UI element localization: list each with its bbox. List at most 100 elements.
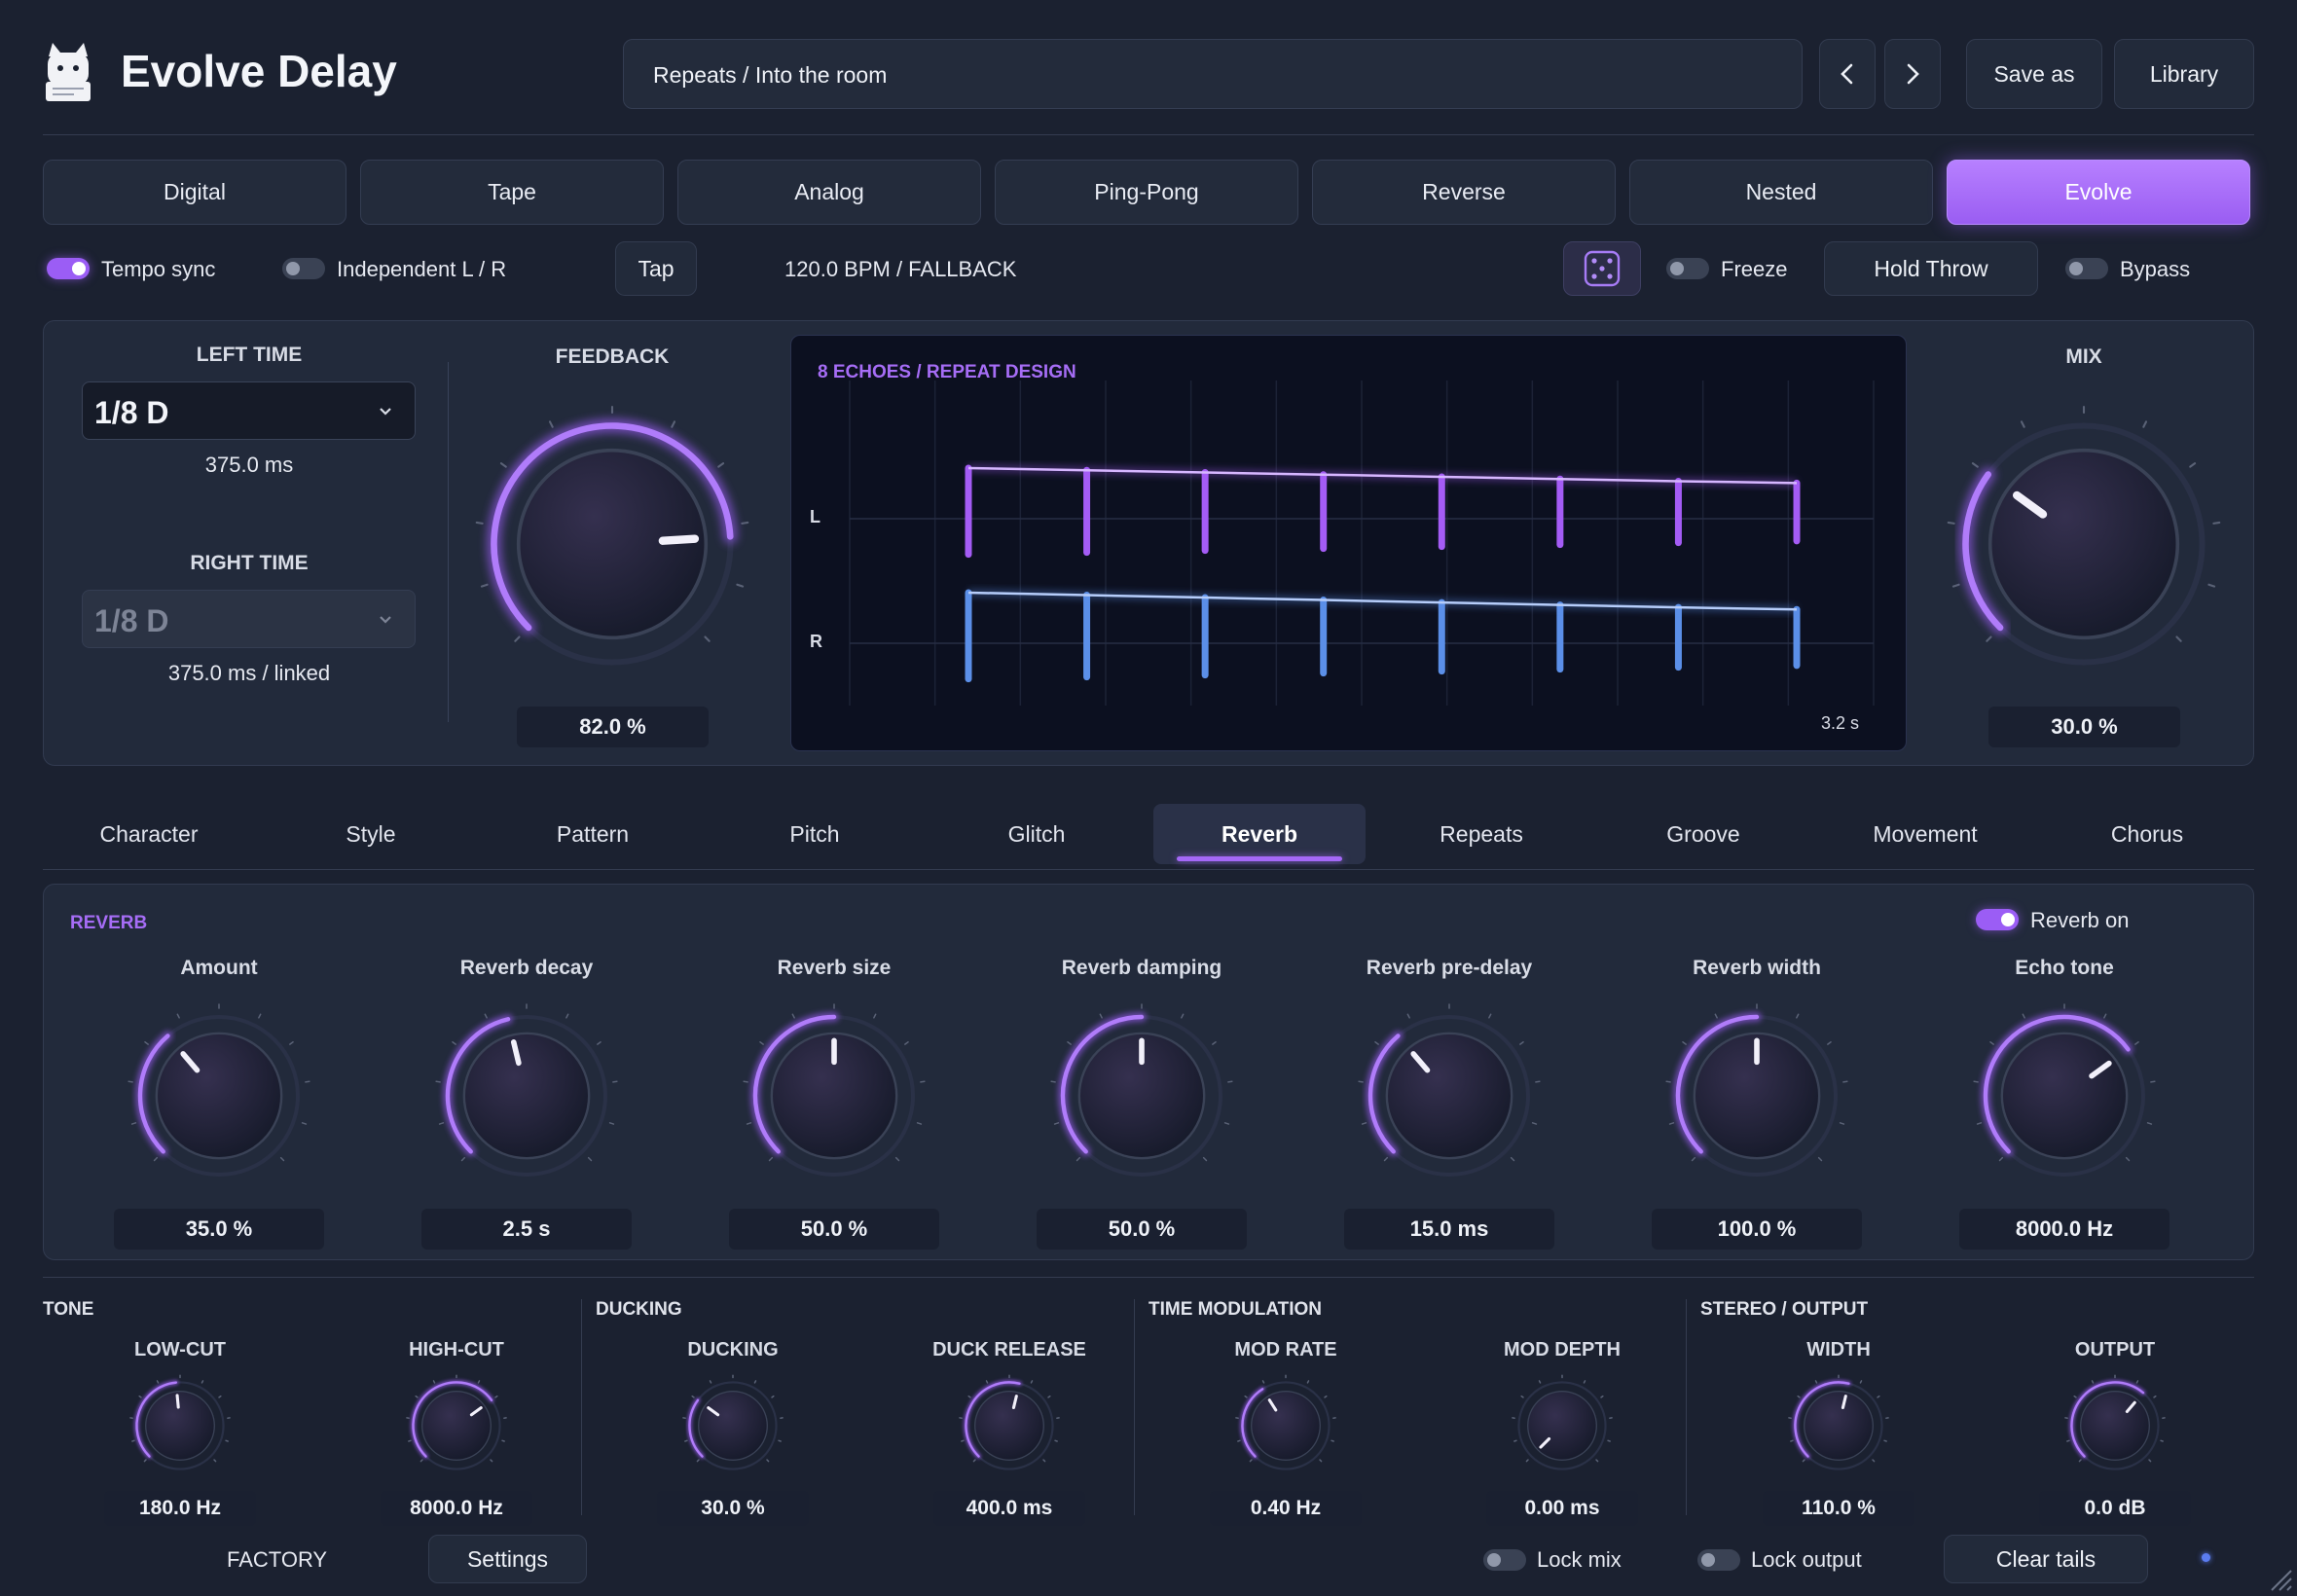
tempo-sync-toggle[interactable]	[47, 258, 90, 279]
right-time-select[interactable]: 1/8 D	[82, 590, 416, 648]
hold-throw-button[interactable]: Hold Throw	[1824, 241, 2038, 296]
tabs-divider	[43, 869, 2254, 870]
high-cut-knob[interactable]	[403, 1372, 510, 1479]
tab-chorus[interactable]: Chorus	[2101, 804, 2193, 864]
right-time-value: 1/8 D	[94, 603, 169, 638]
section-divider	[581, 1299, 582, 1515]
library-button[interactable]: Library	[2114, 39, 2254, 109]
ducking-label: DUCKING	[687, 1339, 779, 1360]
tab-reverb[interactable]: Reverb	[1212, 804, 1307, 864]
reverb-decay-label: Reverb decay	[459, 957, 594, 979]
freeze-toggle[interactable]	[1666, 258, 1709, 279]
clear-tails-button[interactable]: Clear tails	[1944, 1535, 2148, 1583]
mode-tape-button[interactable]: Tape	[360, 160, 664, 225]
output-label: OUTPUT	[2074, 1339, 2156, 1360]
mix-label: MIX	[2065, 345, 2102, 368]
echo-tone-knob[interactable]	[1967, 998, 2162, 1193]
bpm-readout: 120.0 BPM / FALLBACK	[784, 257, 1017, 281]
mod-depth-value: 0.00 ms	[1486, 1491, 1638, 1526]
tab-style[interactable]: Style	[336, 804, 405, 864]
tab-pattern[interactable]: Pattern	[547, 804, 638, 864]
tab-movement[interactable]: Movement	[1863, 804, 1987, 864]
reverb-size-knob[interactable]	[737, 998, 931, 1193]
mode-reverse-button[interactable]: Reverse	[1312, 160, 1616, 225]
feedback-value: 82.0 %	[517, 707, 709, 747]
low-cut-knob[interactable]	[127, 1372, 234, 1479]
high-cut-value: 8000.0 Hz	[381, 1491, 532, 1526]
settings-button[interactable]: Settings	[428, 1535, 587, 1583]
echo-display: 8 ECHOES / REPEAT DESIGN L R 3.2 s	[790, 335, 1907, 751]
mod-depth-knob[interactable]	[1509, 1372, 1616, 1479]
width-knob[interactable]	[1785, 1372, 1892, 1479]
mode-ping-pong-button[interactable]: Ping-Pong	[995, 160, 1298, 225]
right-time-label: RIGHT TIME	[190, 552, 309, 574]
preset-name-field[interactable]: Repeats / Into the room	[623, 39, 1803, 109]
width-value: 110.0 %	[1763, 1491, 1914, 1526]
mode-analog-button[interactable]: Analog	[677, 160, 981, 225]
lock-mix-toggle[interactable]	[1483, 1549, 1526, 1571]
low-cut-value: 180.0 Hz	[104, 1491, 256, 1526]
output-knob[interactable]	[2061, 1372, 2169, 1479]
dice-icon	[1584, 250, 1621, 287]
chevron-down-icon	[380, 408, 391, 416]
save-as-button[interactable]: Save as	[1966, 39, 2102, 109]
next-preset-button[interactable]	[1884, 39, 1941, 109]
mix-knob[interactable]	[1938, 398, 2230, 690]
duck-release-label: DUCK RELEASE	[932, 1339, 1086, 1360]
reverb-on-toggle[interactable]	[1976, 909, 2019, 930]
reverb-width-knob[interactable]	[1659, 998, 1854, 1193]
left-time-select[interactable]: 1/8 D	[82, 381, 416, 440]
app-title: Evolve Delay	[121, 46, 397, 96]
reverb-decay-value: 2.5 s	[421, 1209, 632, 1250]
tempo-sync-label: Tempo sync	[101, 257, 216, 281]
left-time-value: 1/8 D	[94, 395, 169, 430]
high-cut-label: HIGH-CUT	[409, 1339, 504, 1360]
tab-glitch[interactable]: Glitch	[999, 804, 1076, 864]
reverb-decay-knob[interactable]	[429, 998, 624, 1193]
low-cut-label: LOW-CUT	[133, 1339, 227, 1360]
panel-divider	[448, 362, 449, 722]
duck-release-knob[interactable]	[956, 1372, 1063, 1479]
tab-groove[interactable]: Groove	[1657, 804, 1749, 864]
output-value: 0.0 dB	[2039, 1491, 2191, 1526]
app-logo	[43, 39, 93, 103]
chevron-down-icon	[380, 616, 391, 624]
ducking-knob[interactable]	[679, 1372, 786, 1479]
amount-knob[interactable]	[122, 998, 316, 1193]
width-label: WIDTH	[1806, 1339, 1871, 1360]
mode-nested-button[interactable]: Nested	[1629, 160, 1933, 225]
mix-value: 30.0 %	[1988, 707, 2180, 747]
reverb-damping-value: 50.0 %	[1037, 1209, 1247, 1250]
mode-digital-button[interactable]: Digital	[43, 160, 346, 225]
lock-output-label: Lock output	[1751, 1547, 1862, 1572]
reverb-bottom-divider	[43, 1277, 2254, 1278]
left-time-label: LEFT TIME	[196, 344, 303, 366]
section-divider	[1134, 1299, 1135, 1515]
mode-evolve-button[interactable]: Evolve	[1947, 160, 2250, 225]
reverb-damping-label: Reverb damping	[1061, 957, 1222, 979]
stereo-output-section-label: STEREO / OUTPUT	[1700, 1299, 1869, 1320]
reverb-damping-knob[interactable]	[1044, 998, 1239, 1193]
lock-output-toggle[interactable]	[1697, 1549, 1740, 1571]
reverb-pre-delay-knob[interactable]	[1352, 998, 1547, 1193]
independent-lr-toggle[interactable]	[282, 258, 325, 279]
time-modulation-section-label: TIME MODULATION	[1148, 1299, 1323, 1320]
tab-active-indicator	[1177, 856, 1342, 861]
mod-rate-knob[interactable]	[1232, 1372, 1339, 1479]
amount-label: Amount	[180, 957, 258, 979]
chevron-left-icon	[1841, 63, 1853, 85]
resize-handle[interactable]	[2266, 1565, 2293, 1592]
prev-preset-button[interactable]	[1819, 39, 1876, 109]
reverb-width-label: Reverb width	[1693, 957, 1821, 979]
randomize-button[interactable]	[1563, 241, 1641, 296]
tab-repeats[interactable]: Repeats	[1430, 804, 1533, 864]
tab-pitch[interactable]: Pitch	[780, 804, 849, 864]
tap-tempo-button[interactable]: Tap	[615, 241, 697, 296]
ducking-value: 30.0 %	[657, 1491, 809, 1526]
tab-character[interactable]: Character	[91, 804, 208, 864]
status-dot	[2202, 1553, 2210, 1562]
feedback-knob[interactable]	[466, 398, 758, 690]
left-time-ms: 375.0 ms	[204, 453, 294, 477]
bypass-label: Bypass	[2120, 257, 2191, 281]
bypass-toggle[interactable]	[2065, 258, 2108, 279]
